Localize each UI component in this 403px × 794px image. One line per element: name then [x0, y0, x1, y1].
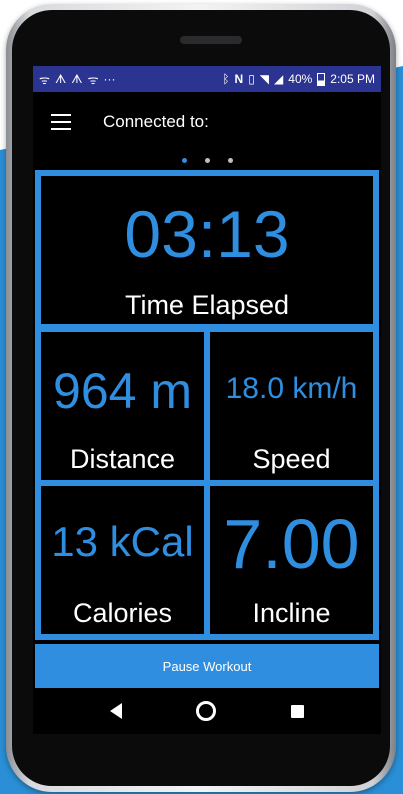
speed-tile: 18.0 km/h Speed	[210, 332, 373, 480]
flame-icon: ᗑ	[71, 71, 83, 86]
menu-icon[interactable]	[51, 114, 71, 130]
home-icon[interactable]	[196, 701, 217, 721]
status-bar: ᯤ ᗑ ᗑ ᯤ ··· ᛒ N ▯ ◥ ◢ 40% 2:05 PM	[33, 66, 381, 92]
app-screen: ᯤ ᗑ ᗑ ᯤ ··· ᛒ N ▯ ◥ ◢ 40% 2:05 PM Connec…	[33, 66, 381, 734]
battery-icon	[317, 72, 326, 86]
speed-label: Speed	[252, 444, 331, 474]
page-dot-1[interactable]	[181, 158, 187, 163]
phone-speaker	[180, 36, 242, 44]
status-time: 2:05 PM	[330, 72, 375, 86]
page-dot-2[interactable]	[204, 158, 210, 163]
vibrate-icon: ▯	[248, 72, 255, 86]
wifi-icon: ◥	[259, 72, 270, 86]
distance-label: Distance	[69, 444, 176, 474]
more-icon: ···	[103, 72, 116, 86]
calories-tile: 13 kCal Calories	[41, 486, 204, 634]
nfc-icon: N	[234, 72, 244, 86]
time-elapsed-label: Time Elapsed	[124, 290, 290, 320]
incline-value: 7.00	[223, 505, 360, 583]
incline-label: Incline	[252, 598, 331, 628]
calories-value: 13 kCal	[51, 518, 194, 565]
signal-strength-icon: ◢	[274, 72, 284, 86]
bluetooth-icon: ᛒ	[222, 72, 230, 86]
signal-icon: ᯤ	[87, 72, 99, 87]
distance-tile: 964 m Distance	[41, 332, 204, 480]
signal-icon: ᯤ	[39, 72, 50, 87]
android-nav-bar	[33, 688, 381, 734]
page-dot-3[interactable]	[227, 158, 233, 163]
time-elapsed-tile: 03:13 Time Elapsed	[41, 176, 373, 324]
status-icons-left: ᯤ ᗑ ᗑ ᯤ ···	[39, 71, 116, 88]
connection-title: Connected to:	[103, 112, 209, 131]
status-icons-right: ᛒ N ▯ ◥ ◢ 40% 2:05 PM	[222, 72, 375, 86]
incline-tile: 7.00 Incline	[210, 486, 373, 634]
flame-icon: ᗑ	[54, 71, 67, 86]
pause-workout-button[interactable]: Pause Workout	[35, 644, 379, 688]
time-elapsed-value: 03:13	[124, 197, 290, 271]
back-icon[interactable]	[110, 703, 123, 719]
distance-value: 964 m	[53, 363, 192, 419]
speed-value: 18.0 km/h	[225, 372, 358, 405]
page-indicator	[33, 158, 381, 168]
calories-label: Calories	[72, 598, 173, 628]
battery-percent: 40%	[288, 72, 313, 86]
recent-apps-icon[interactable]	[290, 704, 304, 718]
metrics-grid: 03:13 Time Elapsed 964 m Distance 18.0 k…	[35, 170, 379, 640]
app-bar: Connected to:	[33, 92, 381, 152]
